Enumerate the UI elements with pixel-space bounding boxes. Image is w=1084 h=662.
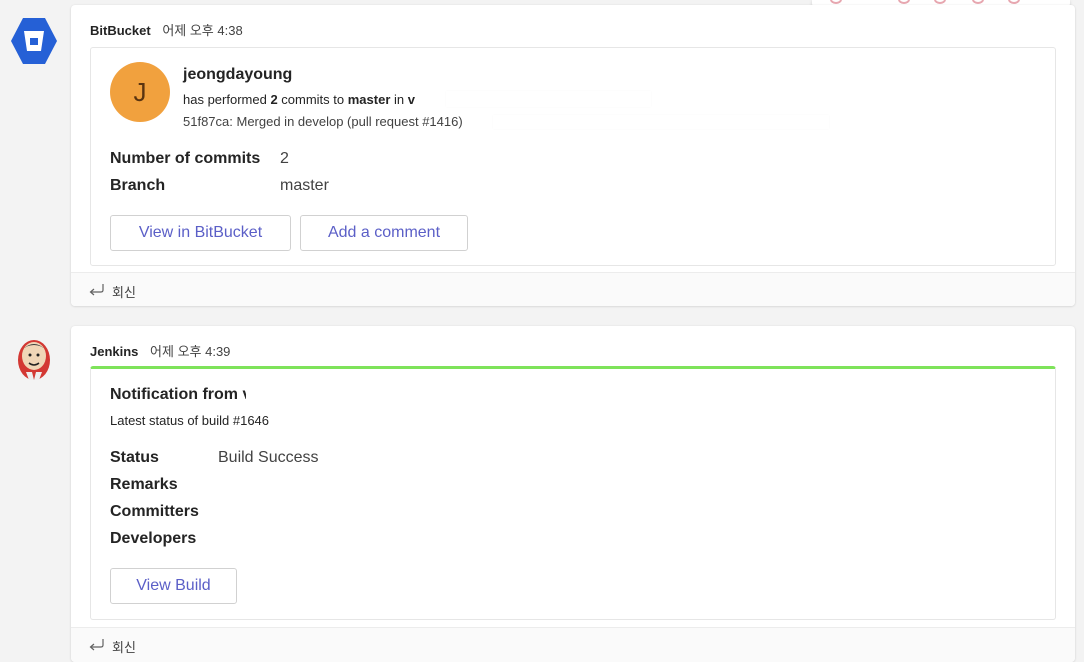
jenkins-logo-icon[interactable] [11, 336, 61, 386]
view-in-bitbucket-button[interactable]: View in BitBucket [110, 215, 291, 251]
fact-label-developers: Developers [110, 530, 197, 547]
reply-label: 회신 [112, 640, 136, 655]
fact-value-commits: 2 [280, 150, 289, 167]
commit-author: jeongdayoung [183, 66, 293, 83]
reaction-icon [934, 0, 946, 4]
sender-name[interactable]: BitBucket [90, 23, 151, 38]
fact-label-remarks: Remarks [110, 476, 178, 493]
fact-label-commits: Number of commits [110, 150, 261, 167]
fact-label-committers: Committers [110, 503, 199, 520]
fact-value-status: Build Success [218, 449, 319, 466]
repo-fragment: v [407, 92, 415, 107]
reply-arrow-icon [89, 639, 104, 651]
message-header: BitBucket 어제 오후 4:38 [90, 20, 243, 39]
build-card: Notification from v Latest status of bui… [90, 366, 1056, 620]
reply-bar[interactable]: 회신 [71, 627, 1075, 662]
jenkins-message: Jenkins 어제 오후 4:39 Notification from v L… [71, 326, 1075, 662]
commit-card: J jeongdayoung has performed 2 commits t… [90, 47, 1056, 266]
reaction-icon [1008, 0, 1020, 4]
timestamp: 어제 오후 4:38 [162, 23, 243, 38]
fact-label-status: Status [110, 449, 159, 466]
build-card-title: Notification from v [110, 386, 246, 404]
commit-summary: has performed 2 commits to master in v [183, 92, 415, 107]
view-build-button[interactable]: View Build [110, 568, 237, 604]
fact-label-branch: Branch [110, 177, 166, 194]
avatar: J [110, 62, 170, 122]
reaction-icon [830, 0, 842, 4]
reply-bar[interactable]: 회신 [71, 272, 1075, 306]
add-comment-button[interactable]: Add a comment [300, 215, 468, 251]
reaction-icon [972, 0, 984, 4]
summary-prefix: has performed [183, 92, 271, 107]
redaction [446, 91, 651, 107]
sender-name[interactable]: Jenkins [90, 344, 138, 359]
message-header: Jenkins 어제 오후 4:39 [90, 341, 230, 360]
bitbucket-logo-icon[interactable] [9, 16, 59, 66]
commit-message-line: 51f87ca: Merged in develop (pull request… [183, 114, 463, 129]
timestamp: 어제 오후 4:39 [150, 344, 231, 359]
summary-middle: commits to [277, 92, 348, 107]
reaction-icon [898, 0, 910, 4]
branch-inline: master [347, 92, 391, 107]
commit-count-inline: 2 [270, 92, 278, 107]
bitbucket-message: BitBucket 어제 오후 4:38 J jeongdayoung has … [71, 5, 1075, 306]
build-subtitle: Latest status of build #1646 [110, 413, 270, 428]
reply-label: 회신 [112, 285, 136, 300]
build-title-text: Notification from [110, 386, 238, 403]
reply-arrow-icon [89, 284, 104, 296]
redaction [493, 115, 829, 129]
build-title-fragment: v [242, 386, 246, 404]
fact-value-branch: master [280, 177, 329, 194]
avatar-initial: J [133, 76, 147, 107]
summary-suffix: in [390, 92, 408, 107]
